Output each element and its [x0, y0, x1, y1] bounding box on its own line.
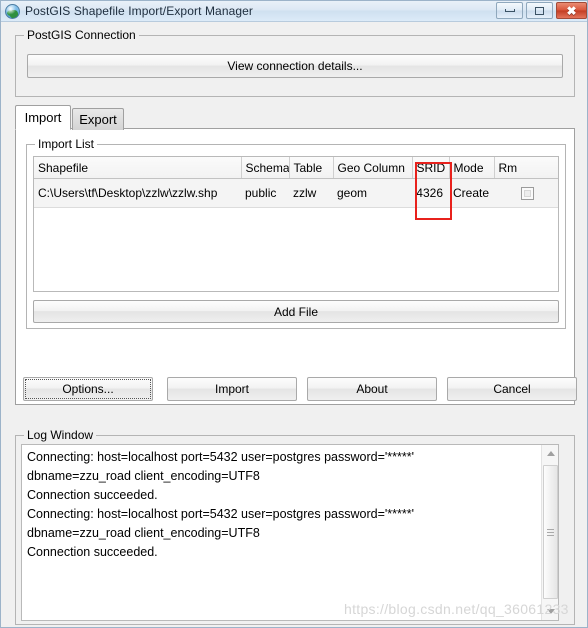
maximize-button[interactable] — [526, 2, 553, 19]
table-row[interactable]: C:\Users\tf\Desktop\zzlw\zzlw.shp public… — [34, 178, 558, 208]
minimize-button[interactable] — [496, 2, 523, 19]
cell-geo-column[interactable]: geom — [333, 178, 412, 208]
options-button[interactable]: Options... — [23, 377, 153, 401]
column-header-mode[interactable]: Mode — [449, 157, 495, 179]
log-window-legend: Log Window — [24, 428, 97, 442]
column-header-shapefile[interactable]: Shapefile — [34, 157, 242, 179]
window-controls: ✖ — [496, 2, 587, 19]
postgis-connection-legend: PostGIS Connection — [24, 28, 139, 42]
log-text: Connecting: host=localhost port=5432 use… — [27, 450, 414, 559]
scrollbar-thumb[interactable] — [543, 465, 558, 599]
cell-mode[interactable]: Create — [449, 178, 494, 208]
title-bar: PostGIS Shapefile Import/Export Manager … — [1, 1, 587, 22]
globe-icon — [5, 3, 20, 19]
postgis-connection-group: PostGIS Connection View connection detai… — [15, 28, 575, 97]
import-button[interactable]: Import — [167, 377, 297, 401]
scroll-down-icon[interactable] — [542, 603, 558, 620]
cell-table[interactable]: zzlw — [289, 178, 333, 208]
column-header-rm[interactable]: Rm — [494, 157, 558, 179]
tab-strip: Import Export — [15, 105, 575, 130]
cell-schema[interactable]: public — [241, 178, 289, 208]
import-list-legend: Import List — [35, 137, 98, 151]
cancel-button[interactable]: Cancel — [447, 377, 577, 401]
minimize-icon — [504, 9, 515, 12]
import-list-grid: Shapefile Schema Table Geo Column SRID M… — [34, 157, 558, 208]
tab-import[interactable]: Import — [15, 105, 71, 130]
table-header-row: Shapefile Schema Table Geo Column SRID M… — [34, 157, 558, 179]
column-header-geo-column[interactable]: Geo Column — [333, 157, 413, 179]
column-header-srid[interactable]: SRID — [412, 157, 450, 179]
add-file-button[interactable]: Add File — [33, 300, 559, 323]
column-header-schema[interactable]: Schema — [241, 157, 290, 179]
column-header-table[interactable]: Table — [289, 157, 334, 179]
app-window: PostGIS Shapefile Import/Export Manager … — [0, 0, 588, 628]
about-button[interactable]: About — [307, 377, 437, 401]
log-scrollbar[interactable] — [541, 445, 558, 620]
window-title: PostGIS Shapefile Import/Export Manager — [25, 4, 254, 18]
scrollbar-grip-icon — [547, 527, 554, 538]
view-connection-details-button[interactable]: View connection details... — [27, 54, 563, 78]
import-list-table[interactable]: Shapefile Schema Table Geo Column SRID M… — [33, 156, 559, 292]
maximize-icon — [535, 6, 544, 15]
rm-checkbox[interactable] — [520, 187, 534, 201]
import-list-group: Import List Shapefile Schema Table Geo C… — [26, 137, 566, 329]
log-output[interactable]: Connecting: host=localhost port=5432 use… — [21, 444, 559, 621]
close-icon: ✖ — [566, 3, 577, 18]
scroll-up-icon[interactable] — [542, 445, 558, 462]
cell-shapefile[interactable]: C:\Users\tf\Desktop\zzlw\zzlw.shp — [34, 178, 241, 208]
cell-srid[interactable]: 4326 — [412, 178, 449, 208]
tab-export[interactable]: Export — [72, 108, 124, 130]
import-tab-panel: Import List Shapefile Schema Table Geo C… — [15, 128, 575, 405]
cell-rm — [494, 178, 558, 208]
close-button[interactable]: ✖ — [556, 2, 587, 19]
